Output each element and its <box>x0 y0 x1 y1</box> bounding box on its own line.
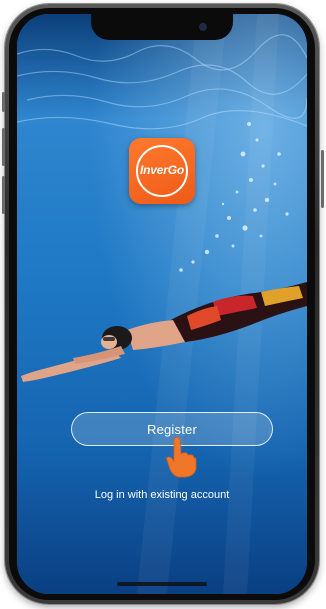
device-mockup: InverGo Register Log in with existing ac… <box>0 0 326 609</box>
side-button-volume-down <box>2 176 5 214</box>
logo-text: InverGo <box>140 163 184 177</box>
home-indicator <box>117 582 207 586</box>
side-button-volume-up <box>2 128 5 166</box>
camera-icon <box>199 23 207 31</box>
login-existing-account-link[interactable]: Log in with existing account <box>17 489 307 501</box>
swimmer-image <box>21 282 307 382</box>
pointing-hand-icon <box>166 436 197 478</box>
app-logo: InverGo <box>129 138 195 204</box>
phone-notch <box>91 14 233 40</box>
side-button-action <box>2 92 5 112</box>
app-screen: InverGo Register Log in with existing ac… <box>17 14 307 594</box>
side-button-power <box>321 150 324 208</box>
